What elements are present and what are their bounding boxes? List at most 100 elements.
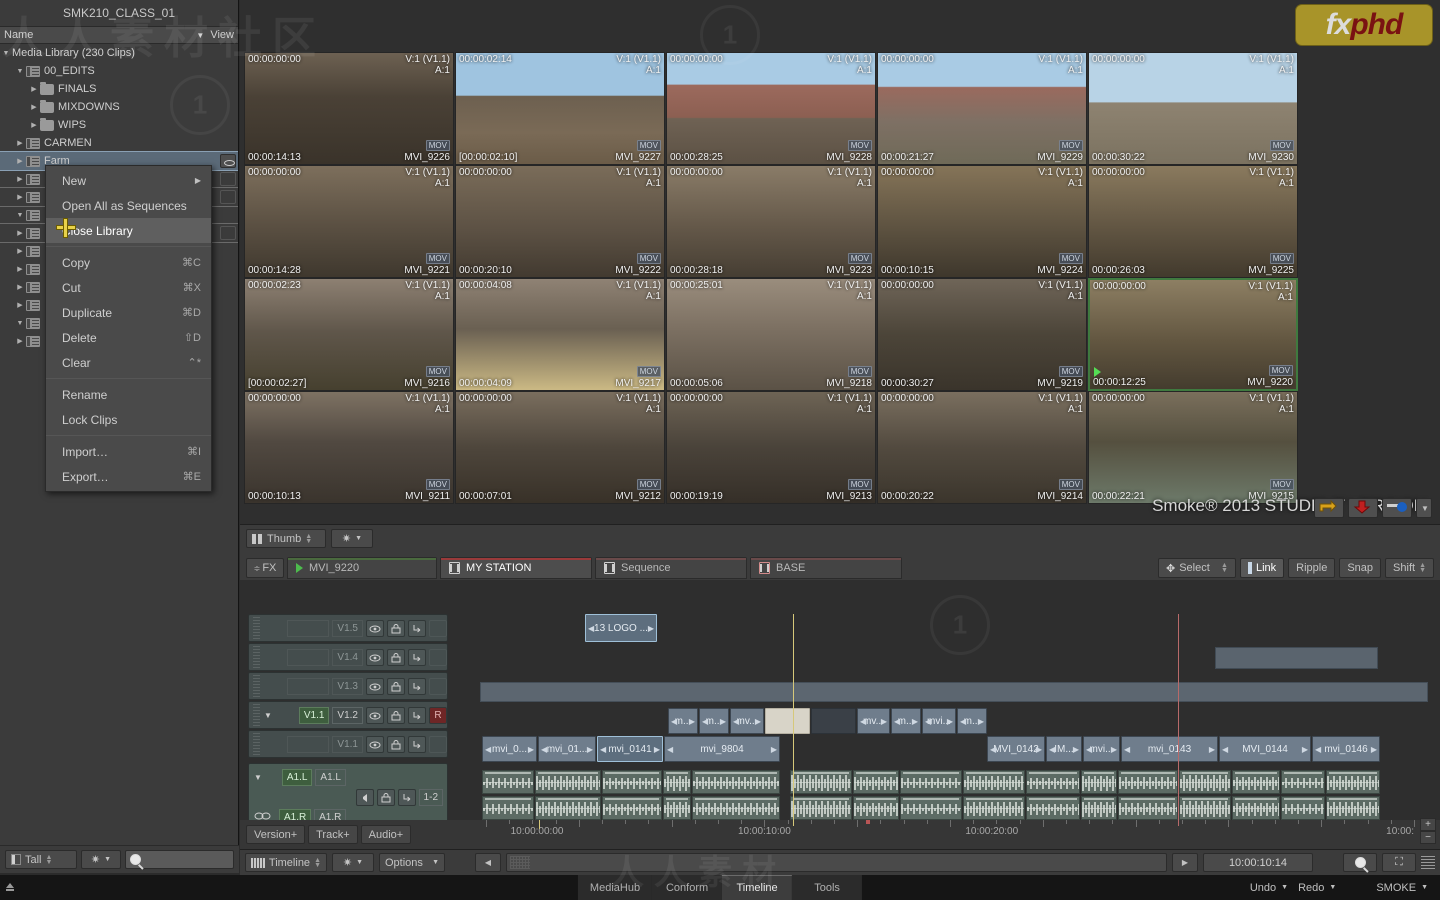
eye-icon[interactable] bbox=[366, 735, 384, 753]
audio-clip[interactable] bbox=[692, 770, 780, 794]
timeline-clip[interactable] bbox=[1215, 647, 1378, 669]
eye-icon[interactable] bbox=[366, 648, 384, 666]
track-label[interactable]: V1.5 bbox=[332, 619, 363, 637]
import-down-arrow-icon[interactable] bbox=[1348, 498, 1378, 518]
track-expand-icon[interactable]: ▼ bbox=[263, 711, 273, 720]
undo-button[interactable]: Undo ▼ bbox=[1250, 882, 1288, 894]
audio-clip[interactable] bbox=[1232, 770, 1280, 794]
audio-expand-icon[interactable]: ▼ bbox=[253, 773, 263, 782]
timeline-tool-snap[interactable]: Snap bbox=[1339, 558, 1382, 578]
clip-right-handle[interactable]: ▶ bbox=[912, 717, 918, 726]
expand-triangle-icon[interactable]: ▶ bbox=[28, 121, 40, 129]
clip-thumbnail[interactable]: 00:00:00:00 V:1 (V1.1) A:1 00:00:07:01 MVI_9… bbox=[455, 391, 665, 504]
clip-right-handle[interactable]: ▶ bbox=[648, 624, 654, 633]
expand-triangle-icon[interactable]: ▶ bbox=[14, 265, 26, 273]
zoom-out-button[interactable]: − bbox=[1420, 831, 1436, 844]
video-track-header[interactable]: ▼ V1.1 V1.2 R bbox=[248, 701, 448, 729]
clip-thumbnail[interactable]: 00:00:00:00 V:1 (V1.1) A:1 00:00:14:13 MVI_9… bbox=[244, 52, 454, 165]
options-menu-button[interactable]: Options ▼ bbox=[379, 853, 445, 872]
eye-icon[interactable] bbox=[366, 706, 384, 724]
clip-thumbnail[interactable]: 00:00:25:01 V:1 (V1.1) A:1 00:00:05:06 MVI_9… bbox=[666, 278, 876, 391]
timeline-clip[interactable]: ◀ MVI_0142 ▶ bbox=[987, 736, 1045, 762]
visibility-toggle[interactable] bbox=[220, 226, 236, 240]
track-extra-button[interactable] bbox=[429, 619, 447, 637]
send-to-icon[interactable] bbox=[1382, 498, 1412, 518]
clip-left-handle[interactable]: ◀ bbox=[1222, 745, 1228, 754]
library-tree-item[interactable]: ▼ 00_EDITS bbox=[0, 62, 238, 80]
clip-left-handle[interactable]: ◀ bbox=[860, 717, 866, 726]
clip-left-handle[interactable]: ◀ bbox=[541, 745, 547, 754]
clip-thumbnail[interactable]: 00:00:00:00 V:1 (V1.1) A:1 00:00:28:25 MVI_9… bbox=[666, 52, 876, 165]
timeline-tool-link[interactable]: Link bbox=[1239, 558, 1285, 578]
timeline-clips-area[interactable]: ◀ 13 LOGO ... ▶ ◀ m... ▶ ◀ m... ▶ ◀ mv... ▶ ◀ mv... ▶ ◀… bbox=[480, 614, 1428, 826]
audio-clip[interactable] bbox=[790, 796, 852, 820]
eye-icon[interactable] bbox=[366, 619, 384, 637]
browser-settings-button[interactable]: ✷ ▼ bbox=[331, 529, 373, 548]
timeline-clip[interactable]: ◀ mvi... ▶ bbox=[1083, 736, 1120, 762]
track-grip[interactable] bbox=[253, 617, 260, 639]
track-label[interactable]: V1.1 bbox=[298, 706, 330, 724]
clip-left-handle[interactable]: ◀ bbox=[667, 745, 673, 754]
expand-triangle-icon[interactable]: ▶ bbox=[14, 193, 26, 201]
clip-left-handle[interactable]: ◀ bbox=[990, 745, 996, 754]
clip-thumbnail[interactable]: 00:00:00:00 V:1 (V1.1) A:1 00:00:28:18 MVI_9… bbox=[666, 165, 876, 278]
status-left-icon[interactable] bbox=[0, 875, 20, 900]
browser-actions-chevron-icon[interactable]: ▼ bbox=[1416, 498, 1432, 518]
expand-triangle-icon[interactable]: ▶ bbox=[14, 157, 26, 165]
lock-icon[interactable] bbox=[387, 648, 405, 666]
context-menu-item[interactable]: Import… ⌘I bbox=[46, 439, 211, 464]
timeline-bottom-toolbar[interactable]: Timeline ▲ ▼ ✷ ▼ Options ▼ ◀ ▶ 10:00:10:14… bbox=[240, 849, 1440, 875]
track-grip[interactable] bbox=[253, 646, 260, 668]
timeline-tools[interactable]: ✥ Select ▲ ▼ Link Ripple Snap Shift ▲ ▼ bbox=[1157, 558, 1434, 578]
lock-icon[interactable] bbox=[387, 619, 405, 637]
track-label[interactable]: V1.2 bbox=[332, 706, 363, 724]
clip-right-handle[interactable]: ▶ bbox=[654, 745, 660, 754]
fit-to-window-button[interactable]: ⛶ bbox=[1382, 853, 1416, 872]
audio-clip[interactable] bbox=[535, 796, 601, 820]
status-tab-tools[interactable]: Tools bbox=[792, 875, 863, 900]
track-v12-band[interactable] bbox=[480, 674, 1428, 702]
clip-right-handle[interactable]: ▶ bbox=[720, 717, 726, 726]
timeline-panel[interactable]: ≑ FX MVI_9220 MY STATION Sequence BASE ✥ Sel… bbox=[240, 552, 1440, 849]
playhead[interactable] bbox=[793, 614, 794, 826]
clip-left-handle[interactable]: ◀ bbox=[702, 717, 708, 726]
context-menu-item[interactable]: Duplicate ⌘D bbox=[46, 300, 211, 325]
context-menu-item[interactable]: Cut ⌘X bbox=[46, 275, 211, 300]
timeline-clip[interactable]: ◀ mvi_0141 ▶ bbox=[597, 736, 663, 762]
track-v13-clips[interactable]: ◀ 13 LOGO ... ▶ bbox=[480, 614, 1428, 642]
clip-thumbnail[interactable]: 00:00:00:00 V:1 (V1.1) A:1 00:00:14:28 MVI_9… bbox=[244, 165, 454, 278]
status-tab-timeline[interactable]: Timeline bbox=[722, 875, 793, 900]
timeline-clip[interactable]: ◀ m... ▶ bbox=[668, 708, 698, 734]
status-tab-conform[interactable]: Conform bbox=[652, 875, 723, 900]
clip-left-handle[interactable]: ◀ bbox=[925, 717, 931, 726]
audio-clip[interactable] bbox=[853, 796, 899, 820]
track-v11-clips[interactable]: ◀ mvi_0... ▶ ◀ mvi_01... ▶ ◀ mvi_0141 ▶ ◀ mvi_9804… bbox=[480, 736, 1428, 762]
context-menu-item[interactable]: Delete ⇧D bbox=[46, 325, 211, 350]
clip-left-handle[interactable]: ◀ bbox=[1124, 745, 1130, 754]
audio-clip[interactable] bbox=[963, 796, 1025, 820]
video-track-header[interactable]: V1.3 bbox=[248, 672, 448, 700]
clip-right-handle[interactable]: ▶ bbox=[587, 745, 593, 754]
sort-chevron-icon[interactable]: ▼ bbox=[196, 31, 204, 40]
track-grip[interactable] bbox=[253, 675, 260, 697]
audio-clip[interactable] bbox=[535, 770, 601, 794]
clip-thumbnail[interactable]: 00:00:04:08 V:1 (V1.1) A:1 00:00:04:09 MVI_9… bbox=[455, 278, 665, 391]
timeline-scrollbar[interactable] bbox=[506, 853, 1167, 872]
audio-clip[interactable] bbox=[790, 770, 852, 794]
timeline-clip[interactable]: ◀ mvi_0... ▶ bbox=[482, 736, 537, 762]
audio-clip[interactable] bbox=[1118, 796, 1178, 820]
audio-pan-label[interactable]: 1-2 bbox=[418, 788, 443, 806]
audio-clip[interactable] bbox=[1081, 796, 1117, 820]
track-extra-button[interactable] bbox=[429, 648, 447, 666]
play-icon[interactable] bbox=[1094, 367, 1101, 377]
eye-icon[interactable] bbox=[366, 677, 384, 695]
loop-icon[interactable] bbox=[408, 648, 426, 666]
library-settings-button[interactable]: ✷ ▼ bbox=[81, 850, 121, 869]
track-headers[interactable]: V1.5 V1.4 V1.3 ▼ V1.1 V1.2 R V1.1 ▼ A1.L A1.L 1-2 A1… bbox=[248, 614, 448, 831]
scroll-right-button[interactable]: ▶ bbox=[1172, 853, 1198, 872]
timeline-tab[interactable]: MVI_9220 bbox=[287, 557, 437, 579]
expand-triangle-icon[interactable]: ▶ bbox=[14, 229, 26, 237]
current-timecode-field[interactable]: 10:00:10:14 bbox=[1203, 853, 1313, 872]
clip-right-handle[interactable]: ▶ bbox=[947, 717, 953, 726]
audio-track-label[interactable]: A1.L bbox=[315, 768, 346, 786]
